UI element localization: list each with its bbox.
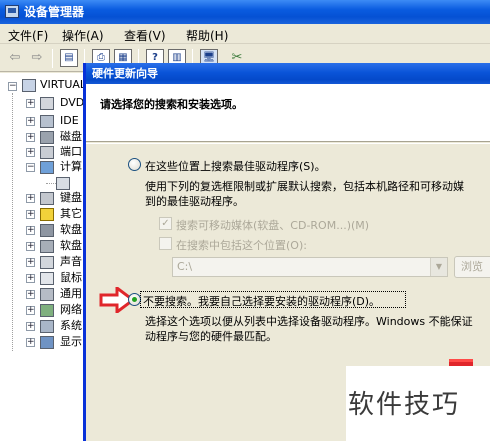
tree-item-label: 声音 [60, 255, 82, 268]
network-icon [40, 304, 54, 317]
include-location-label: 在搜索中包括这个位置(O): [176, 239, 307, 252]
search-path-value: C:\ [177, 260, 193, 273]
tree-item-label: 显示 [60, 335, 82, 348]
chevron-down-icon[interactable]: ▼ [430, 258, 447, 276]
sound-icon [40, 256, 54, 269]
keyboard-icon [40, 192, 54, 205]
forward-arrow-icon[interactable]: ⇨ [28, 49, 46, 67]
tree-item-label: 网络 [60, 303, 82, 316]
tree-item-label: DVD [60, 96, 85, 109]
floppy-drive-icon [40, 240, 54, 253]
tree-item-label: IDE [60, 114, 79, 127]
tree-item-label: 键盘 [60, 191, 82, 204]
wizard-titlebar[interactable]: 硬件更新向导 [86, 63, 490, 84]
tree-item-label: 软盘 [60, 223, 82, 236]
manual-select-driver-label[interactable]: 不要搜索。我要自己选择要安装的驱动程序(D)。 [143, 293, 380, 309]
search-removable-media-checkbox[interactable]: ✓ [159, 217, 172, 230]
tree-item-label: 磁盘 [60, 130, 82, 143]
expand-toggle[interactable]: + [26, 148, 35, 157]
expand-toggle[interactable]: + [26, 290, 35, 299]
header-divider [86, 143, 490, 144]
tree-item-label: 系统 [60, 319, 82, 332]
search-removable-media-label: 搜索可移动媒体(软盘、CD-ROM...)(M) [176, 219, 370, 232]
wizard-heading: 请选择您的搜索和安装选项。 [100, 98, 243, 111]
tree-item-label: 端口 [60, 145, 82, 158]
wizard-header: 请选择您的搜索和安装选项。 [86, 84, 490, 142]
search-best-driver-label[interactable]: 在这些位置上搜索最佳驱动程序(S)。 [145, 158, 326, 174]
tree-item-label: 通用 [60, 287, 82, 300]
expand-toggle[interactable]: + [26, 258, 35, 267]
wizard-title: 硬件更新向导 [92, 67, 158, 80]
disk-drive-icon [40, 131, 54, 144]
window-titlebar[interactable]: 设备管理器 [0, 0, 490, 24]
device-icon [56, 177, 70, 190]
tree-guide-line [46, 183, 56, 184]
toolbar-separator [52, 49, 53, 68]
mouse-icon [40, 272, 54, 285]
manual-description-line1: 选择这个选项以便从列表中选择设备驱动程序。Windows 不能保证 [145, 315, 473, 328]
search-best-driver-radio[interactable] [128, 158, 141, 171]
expand-toggle[interactable]: + [26, 99, 35, 108]
collapse-root-toggle[interactable]: − [8, 82, 17, 91]
window-title: 设备管理器 [24, 5, 85, 19]
dvd-drive-icon [40, 97, 54, 110]
expand-toggle[interactable]: + [26, 210, 35, 219]
expand-toggle[interactable]: + [26, 322, 35, 331]
port-icon [40, 146, 54, 159]
tree-item-label: 其它 [60, 207, 82, 220]
search-description-line2: 到的最佳驱动程序。 [145, 195, 244, 208]
expand-toggle[interactable]: + [26, 117, 35, 126]
include-location-checkbox[interactable] [159, 237, 172, 250]
manual-description-line2: 动程序与您的硬件最匹配。 [145, 330, 277, 343]
tree-guide-line [12, 93, 13, 351]
floppy-controller-icon [40, 224, 54, 237]
ide-controller-icon [40, 115, 54, 128]
expand-toggle[interactable]: + [26, 133, 35, 142]
search-path-combobox[interactable]: C:\ ▼ [172, 257, 448, 277]
back-arrow-icon[interactable]: ⇦ [6, 49, 24, 67]
collapse-toggle[interactable]: − [26, 163, 35, 172]
browse-button[interactable]: 浏览 [454, 256, 490, 278]
menu-file[interactable]: 文件(F) [8, 27, 48, 44]
tree-root-label[interactable]: VIRTUAL [40, 77, 86, 93]
display-icon [40, 336, 54, 349]
expand-toggle[interactable]: + [26, 274, 35, 283]
properties-panel-icon[interactable]: ▤ [60, 49, 78, 67]
expand-toggle[interactable]: + [26, 306, 35, 315]
menu-action[interactable]: 操作(A) [62, 27, 104, 44]
system-icon [40, 320, 54, 333]
search-description-line1: 使用下列的复选框限制或扩展默认搜索，包括本机路径和可移动媒 [145, 180, 464, 193]
computer-icon [40, 161, 54, 174]
menu-view[interactable]: 查看(V) [124, 27, 166, 44]
menubar: 文件(F) 操作(A) 查看(V) 帮助(H) [0, 24, 490, 44]
computer-root-icon [22, 79, 36, 92]
menu-help[interactable]: 帮助(H) [186, 27, 228, 44]
usb-icon [40, 288, 54, 301]
device-manager-icon [5, 5, 19, 18]
tree-item-label: 计算 [60, 160, 82, 173]
tree-item-label: 鼠标 [60, 271, 82, 284]
unknown-device-icon [40, 208, 54, 221]
expand-toggle[interactable]: + [26, 194, 35, 203]
tree-item-label: 软盘 [60, 239, 82, 252]
expand-toggle[interactable]: + [26, 226, 35, 235]
expand-toggle[interactable]: + [26, 242, 35, 251]
watermark-text: 软件技巧 [348, 390, 461, 420]
expand-toggle[interactable]: + [26, 338, 35, 347]
